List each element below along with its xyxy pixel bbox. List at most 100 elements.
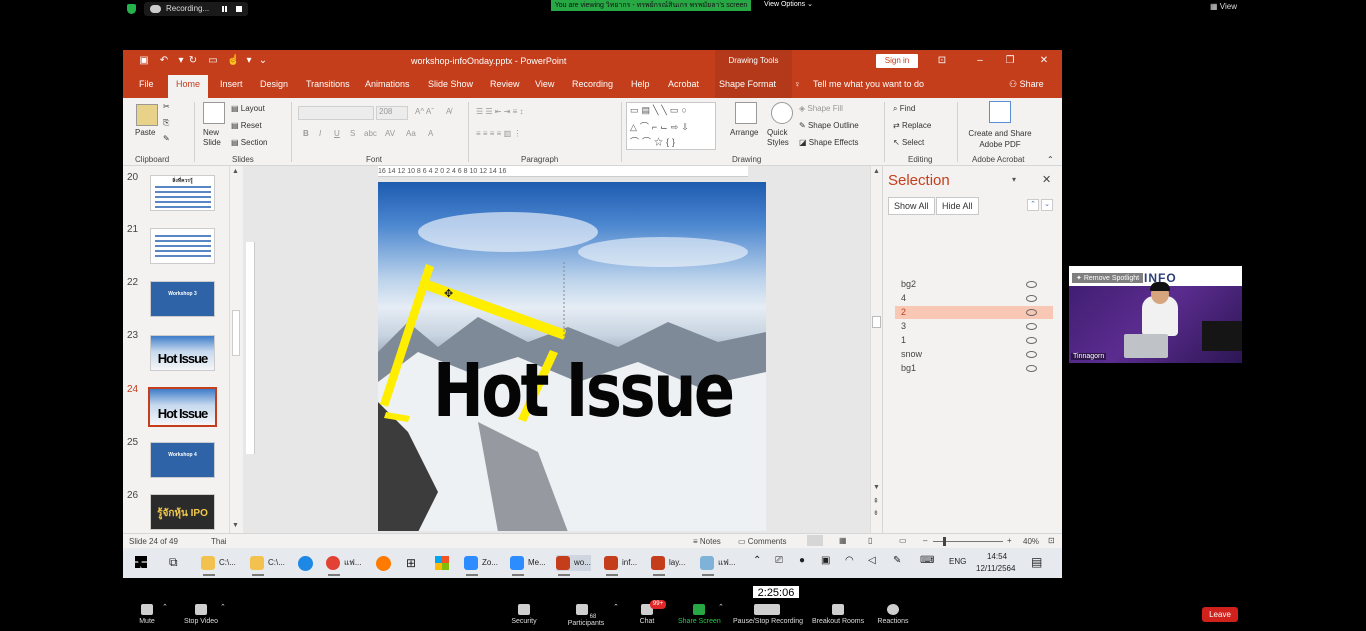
shape-outline-button[interactable]: ✎ Shape Outline	[799, 121, 859, 130]
layout-button[interactable]: ▤ Layout	[231, 104, 265, 113]
shape-fill-button[interactable]: ◈ Shape Fill	[799, 104, 843, 113]
selection-item[interactable]: 1	[895, 334, 1053, 347]
wifi-icon[interactable]: ◠	[845, 555, 854, 566]
taskbar-explorer-2[interactable]: C:\...	[250, 555, 285, 576]
scroll-up-icon[interactable]: ▲	[873, 168, 880, 175]
tab-slide-show[interactable]: Slide Show	[428, 79, 473, 89]
notes-button[interactable]: ≡ Notes	[693, 537, 721, 546]
slide-thumbnail[interactable]: รู้จักหุ้น IPO	[150, 494, 215, 530]
shape-effects-button[interactable]: ◪ Shape Effects	[799, 138, 858, 147]
reading-view-icon[interactable]: ▯	[868, 536, 872, 545]
mute-button[interactable]: Mute	[136, 604, 158, 625]
arrange-icon[interactable]	[735, 102, 757, 124]
clock-date[interactable]: 12/11/2564	[976, 564, 1015, 573]
undo-icon[interactable]: ↶	[158, 55, 170, 67]
align-icon[interactable]: ≡ ≡ ≡ ≡ ▥ ⋮	[476, 129, 521, 138]
underline-icon[interactable]: U	[334, 129, 340, 138]
share-button[interactable]: ⚇ Share	[1009, 79, 1044, 90]
close-icon[interactable]: ✕	[1037, 54, 1051, 68]
slide-thumbnail[interactable]: สิ่งที่ควรรู้	[150, 175, 215, 211]
eye-icon[interactable]	[1026, 365, 1037, 372]
tab-shape-format[interactable]: Shape Format	[719, 79, 776, 89]
clock-time[interactable]: 14:54	[987, 552, 1007, 561]
ribbon-display-options-icon[interactable]: ⊡	[935, 54, 949, 68]
eye-icon[interactable]	[1026, 351, 1037, 358]
tab-help[interactable]: Help	[631, 79, 650, 89]
copy-icon[interactable]: ⎘	[163, 118, 169, 128]
reset-button[interactable]: ▤ Reset	[231, 121, 262, 130]
pen-tray-icon[interactable]: ✎	[893, 555, 901, 566]
slide-thumbnail-active[interactable]: Hot Issue	[148, 387, 217, 427]
zoom-level[interactable]: 40%	[1023, 537, 1039, 546]
office-apps-icon[interactable]	[435, 556, 449, 570]
taskbar-powerpoint-1[interactable]: wo...	[556, 555, 591, 576]
edge-icon[interactable]	[298, 556, 313, 571]
store-icon[interactable]: ⊞	[406, 556, 416, 570]
touch-mode-icon[interactable]: ☝	[227, 55, 239, 67]
tab-transitions[interactable]: Transitions	[306, 79, 350, 89]
slide-thumbnail[interactable]: Workshop 3	[150, 281, 215, 317]
tab-acrobat[interactable]: Acrobat	[668, 79, 699, 89]
leave-meeting-button[interactable]: Leave	[1202, 607, 1238, 622]
create-share-pdf-label[interactable]: Create and Share Adobe PDF	[963, 128, 1037, 150]
stop-video-button[interactable]: Stop Video	[183, 604, 219, 625]
scroll-down-icon[interactable]: ▼	[232, 522, 239, 529]
save-icon[interactable]: ▣	[138, 55, 150, 67]
firefox-icon[interactable]	[376, 556, 391, 571]
breakout-rooms-button[interactable]: Breakout Rooms	[812, 604, 864, 625]
task-view-icon[interactable]: ⧉	[169, 555, 178, 570]
select-button[interactable]: ↖ Select	[893, 138, 924, 147]
pdf-icon[interactable]	[989, 101, 1011, 123]
tab-recording[interactable]: Recording	[572, 79, 613, 89]
participants-chevron-icon[interactable]: ⌃	[613, 603, 619, 611]
slide-thumbnail[interactable]: Hot Issue	[150, 335, 215, 371]
font-size-select[interactable]: 208	[376, 106, 408, 120]
bring-forward-icon[interactable]: ⌃	[1027, 199, 1039, 211]
keyboard-icon[interactable]: ⌨	[920, 555, 934, 566]
taskbar-explorer-1[interactable]: C:\...	[201, 555, 236, 576]
input-language[interactable]: ENG	[949, 557, 966, 566]
taskbar-powerpoint-2[interactable]: inf...	[604, 555, 637, 576]
new-slide-icon[interactable]	[203, 102, 225, 124]
yellow-bar-shape[interactable]	[384, 412, 410, 422]
clear-format-icon[interactable]: A̸	[446, 107, 451, 116]
cut-icon[interactable]: ✂	[163, 102, 170, 111]
slideshow-view-icon[interactable]: ▭	[899, 536, 907, 545]
close-pane-icon[interactable]: ✕	[1042, 173, 1051, 186]
zoom-out-icon[interactable]: –	[923, 536, 927, 545]
char-spacing-icon[interactable]: AV	[385, 129, 395, 138]
share-options-chevron-icon[interactable]: ⌃	[718, 603, 724, 611]
find-button[interactable]: ⌕ Find	[893, 104, 915, 114]
stop-recording-icon[interactable]	[236, 6, 242, 12]
scroll-thumb[interactable]	[872, 316, 881, 328]
tray-app-icon[interactable]: ▣	[821, 555, 830, 566]
slide-sorter-icon[interactable]: ▦	[839, 536, 847, 545]
taskbar-photos[interactable]: แฟ...	[700, 555, 736, 576]
eye-icon[interactable]	[1026, 295, 1037, 302]
selection-item-selected[interactable]: 2	[895, 306, 1053, 319]
eye-icon[interactable]	[1026, 323, 1037, 330]
chevron-down-icon[interactable]: ▾	[243, 55, 255, 67]
font-color-icon[interactable]: A	[428, 129, 433, 138]
bold-icon[interactable]: B	[303, 129, 309, 138]
view-options-button[interactable]: View Options ⌄	[764, 0, 813, 10]
restore-icon[interactable]: ❐	[1003, 54, 1017, 68]
pause-recording-icon[interactable]	[222, 6, 227, 12]
notifications-icon[interactable]: ▤	[1031, 555, 1042, 569]
collapse-ribbon-icon[interactable]: ⌃	[1047, 155, 1054, 164]
tell-me-search[interactable]: Tell me what you want to do	[813, 79, 924, 89]
section-button[interactable]: ▤ Section	[231, 138, 267, 147]
audio-options-chevron-icon[interactable]: ⌃	[162, 603, 168, 611]
strikethrough-icon[interactable]: abc	[364, 129, 377, 138]
paste-icon[interactable]	[136, 104, 158, 126]
hide-all-button[interactable]: Hide All	[936, 197, 979, 215]
change-case-icon[interactable]: Aa	[406, 129, 416, 138]
paste-label[interactable]: Paste	[135, 128, 155, 137]
video-options-chevron-icon[interactable]: ⌃	[220, 603, 226, 611]
slideshow-icon[interactable]: ▭	[207, 55, 219, 67]
pause-stop-recording-button[interactable]: Pause/Stop Recording	[733, 604, 803, 625]
bullets-icon[interactable]: ☰ ☰ ⇤ ⇥ ≡ ↕	[476, 107, 524, 116]
selection-item[interactable]: bg1	[895, 362, 1053, 375]
editor-scrollbar[interactable]: ▲ ▼ ⇞ ⇟	[870, 166, 882, 533]
selection-item[interactable]: snow	[895, 348, 1053, 361]
